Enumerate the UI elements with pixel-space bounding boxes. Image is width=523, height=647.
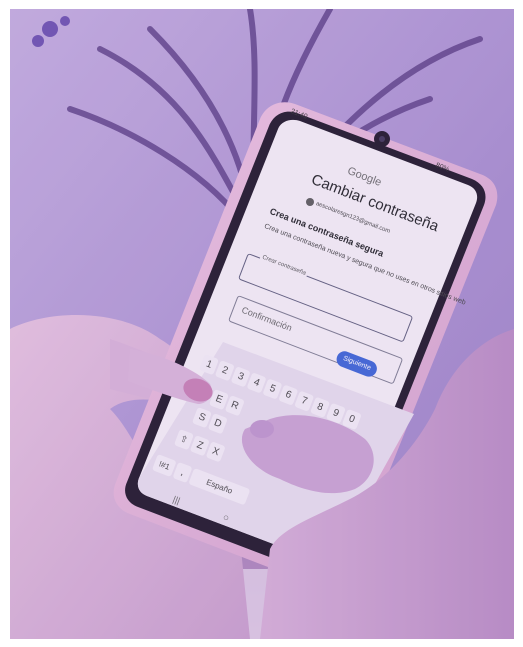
account-avatar-icon <box>306 198 314 206</box>
photo-scene: 21:40 80% Google Cambiar contraseña aesc… <box>0 0 523 647</box>
photo: 21:40 80% Google Cambiar contraseña aesc… <box>10 9 514 639</box>
